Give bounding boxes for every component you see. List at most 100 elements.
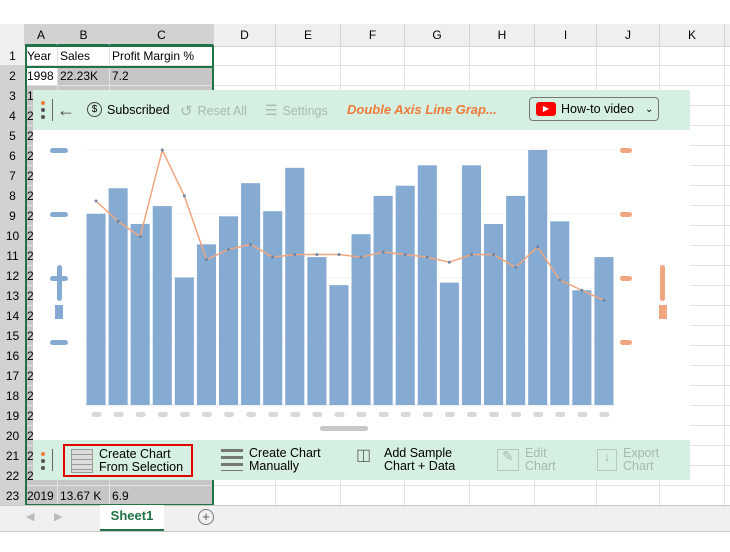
line-point [160,148,164,152]
label-line1: Edit [525,446,547,460]
cell[interactable]: 13.67 K [58,486,109,505]
x-tick-placeholder [577,412,588,417]
row-header-18[interactable]: 18 [0,386,25,406]
left-tick-placeholder [50,212,68,217]
row-header-16[interactable]: 16 [0,346,25,366]
edit-chart-button[interactable]: ✎ Edit Chart [497,447,556,473]
sliders-icon: ☰ [265,102,278,118]
row-header-15[interactable]: 15 [0,326,25,346]
bar [174,277,194,405]
row-header-2[interactable]: 2 [0,66,25,86]
cell[interactable]: 22.23K [58,66,109,85]
bar [506,195,526,405]
column-header-J[interactable]: J [597,24,660,46]
line-point [469,253,473,257]
bar [329,285,349,405]
x-tick-placeholder [599,412,610,417]
row-header-7[interactable]: 7 [0,166,25,186]
cell[interactable]: 7.2 [110,66,213,85]
howto-video-dropdown[interactable]: ▶ How-to video ⌄ [529,97,659,121]
undo-icon: ↺ [180,103,193,120]
column-header-D[interactable]: D [214,24,276,46]
sample-chart-icon: ◫ [356,447,372,464]
top-toolbar: ← $ Subscribed ↺ Reset All ☰ Settings Do… [33,90,690,130]
column-header-G[interactable]: G [405,24,470,46]
add-sheet-icon[interactable]: + [198,509,214,525]
line-point [536,245,540,249]
bar [572,290,592,405]
subscribed-button[interactable]: $ Subscribed [87,102,170,117]
column-header-C[interactable]: C [110,24,214,46]
row-header-1[interactable]: 1 [0,46,25,66]
line-point [204,258,208,262]
cell[interactable]: 6.9 [110,486,213,505]
row-header-9[interactable]: 9 [0,206,25,226]
cell[interactable]: Profit Margin % [110,46,213,65]
column-header-E[interactable]: E [276,24,341,46]
label-line1: Add Sample [384,446,453,460]
create-chart-manually-button[interactable]: Create Chart Manually [221,447,321,473]
row-header-6[interactable]: 6 [0,146,25,166]
bar [307,257,327,405]
column-header-F[interactable]: F [341,24,405,46]
column-header-I[interactable]: I [535,24,597,46]
chevron-down-icon: ⌄ [644,103,654,115]
row-header-11[interactable]: 11 [0,246,25,266]
drag-handle-icon[interactable] [41,452,45,470]
select-all[interactable] [0,24,25,46]
settings-button[interactable]: ☰ Settings [265,102,328,119]
cell[interactable]: 1998 [25,66,57,85]
row-header-10[interactable]: 10 [0,226,25,246]
row-header-8[interactable]: 8 [0,186,25,206]
row-header-22[interactable]: 22 [0,466,25,486]
x-tick-placeholder [224,412,235,417]
x-tick-placeholder [356,412,367,417]
x-tick-placeholder [113,412,124,417]
edit-chart-icon: ✎ [497,449,519,471]
bar [461,165,481,405]
bar [285,167,305,405]
scroll-left-icon[interactable]: ◀ [26,510,34,523]
line-point [293,253,297,257]
line-point [227,247,231,251]
scroll-right-icon[interactable]: ▶ [54,510,62,523]
bar [351,234,371,405]
drag-handle-icon[interactable] [41,101,45,119]
row-header-4[interactable]: 4 [0,106,25,126]
create-chart-from-selection-button[interactable]: Create Chart From Selection [63,444,193,477]
export-chart-button[interactable]: ↓ Export Chart [597,447,659,473]
settings-label: Settings [282,103,328,118]
subscribed-label: Subscribed [107,102,170,117]
row-header-20[interactable]: 20 [0,426,25,446]
label-line2: Chart [525,459,556,473]
right-tick-placeholder [620,340,632,345]
back-arrow-icon[interactable]: ← [57,100,75,121]
column-header-A[interactable]: A [25,24,58,46]
row-header-14[interactable]: 14 [0,306,25,326]
howto-label: How-to video [561,102,634,116]
row-header-5[interactable]: 5 [0,126,25,146]
line-point [602,298,606,302]
line-point [447,260,451,264]
label-line1: Create Chart [99,446,171,461]
row-header-23[interactable]: 23 [0,486,25,506]
row-header-12[interactable]: 12 [0,266,25,286]
cell[interactable]: Sales [58,46,109,65]
column-header-K[interactable]: K [660,24,725,46]
row-header-13[interactable]: 13 [0,286,25,306]
sheet-tab-sheet1[interactable]: Sheet1 [100,505,164,531]
bar [219,216,239,405]
reset-all-button[interactable]: ↺ Reset All [180,102,247,120]
add-sample-chart-button[interactable]: ◫ Add Sample Chart + Data [356,447,455,473]
line-point [138,235,142,239]
cell[interactable]: 2019 [25,486,57,505]
row-header-3[interactable]: 3 [0,86,25,106]
row-header-17[interactable]: 17 [0,366,25,386]
x-tick-placeholder [312,412,323,417]
x-tick-placeholder [400,412,411,417]
column-header-H[interactable]: H [470,24,535,46]
row-header-19[interactable]: 19 [0,406,25,426]
row-header-21[interactable]: 21 [0,446,25,466]
cell[interactable]: Year [25,46,57,65]
column-header-B[interactable]: B [58,24,110,46]
